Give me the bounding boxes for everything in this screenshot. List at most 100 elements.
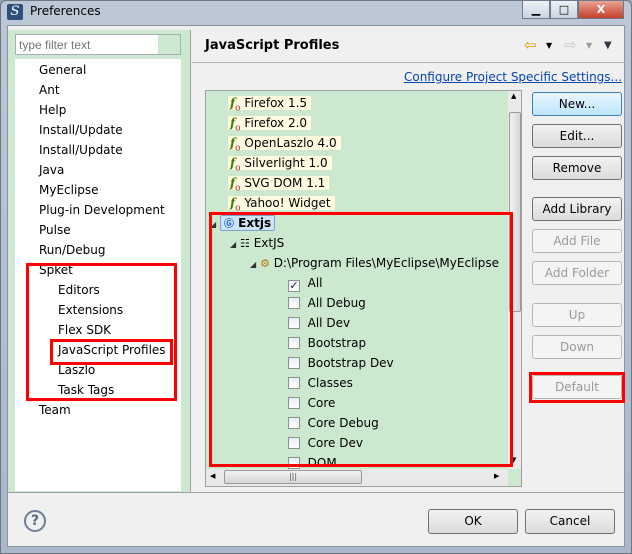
nav-item[interactable]: Run/Debug (39, 240, 106, 260)
nav-item[interactable]: Flex SDK (58, 320, 111, 340)
nav-item[interactable]: MyEclipse (39, 180, 99, 200)
nav-item[interactable]: Plug-in Development (39, 200, 165, 220)
nav-item[interactable]: Pulse (39, 220, 71, 240)
tree-row[interactable]: All Debug (288, 293, 366, 313)
file-checkbox[interactable] (288, 437, 300, 449)
add-folder-button[interactable]: Add Folder (532, 261, 622, 285)
tree-row[interactable]: All Dev (288, 313, 350, 333)
new-button[interactable]: New... (532, 92, 622, 116)
profile-icon: fo (230, 176, 241, 194)
forward-arrow-icon: ⇨ (564, 36, 577, 54)
collapse-arrow-icon[interactable]: ◢ (210, 220, 216, 229)
collapse-arrow-icon[interactable]: ◢ (230, 240, 236, 249)
tree-row[interactable]: Bootstrap (288, 333, 366, 353)
collapse-arrow-icon[interactable]: ◢ (250, 260, 256, 269)
add-library-button[interactable]: Add Library (532, 197, 622, 221)
tree-row[interactable]: ◢ ⚙ D:\Program Files\MyEclipse\MyEclipse (250, 253, 499, 273)
remove-button[interactable]: Remove (532, 156, 622, 180)
help-icon[interactable]: ? (24, 510, 46, 532)
cancel-button[interactable]: Cancel (525, 509, 615, 534)
footer-divider (8, 492, 625, 493)
profile-icon: fo (230, 136, 241, 154)
close-button[interactable]: X (578, 0, 624, 19)
maximize-button[interactable]: □ (550, 0, 578, 19)
file-checkbox[interactable] (288, 457, 300, 469)
nav-item[interactable]: Help (39, 100, 66, 120)
scroll-right-icon[interactable]: ▶ (494, 472, 499, 480)
tree-row[interactable]: ◢ Ⓖ Extjs (210, 213, 276, 233)
configure-project-link[interactable]: Configure Project Specific Settings... (404, 70, 622, 84)
nav-item[interactable]: Editors (58, 280, 100, 300)
horizontal-scroll-thumb[interactable]: ||| (224, 470, 362, 484)
nav-item[interactable]: Task Tags (58, 380, 114, 400)
tree-row[interactable]: Bootstrap Dev (288, 353, 394, 373)
scroll-left-icon[interactable]: ◀ (210, 472, 215, 480)
tree-row[interactable]: fo Yahoo! Widget (228, 193, 335, 213)
tree-row[interactable]: fo Silverlight 1.0 (228, 153, 332, 173)
profile-icon: fo (230, 156, 241, 174)
nav-item[interactable]: Laszlo (58, 360, 95, 380)
scroll-down-icon[interactable]: ▼ (511, 456, 516, 464)
default-button[interactable]: Default (532, 375, 622, 399)
profile-icon: fo (230, 96, 241, 114)
file-checkbox[interactable] (288, 337, 300, 349)
nav-item[interactable]: Extensions (58, 300, 123, 320)
filter-input[interactable] (15, 34, 181, 55)
profile-label: Firefox 2.0 (244, 116, 308, 130)
file-checkbox[interactable]: ✓ (288, 280, 300, 292)
scroll-up-icon[interactable]: ▲ (511, 92, 516, 100)
tree-row[interactable]: Classes (288, 373, 353, 393)
page-title: JavaScript Profiles (205, 38, 340, 53)
file-checkbox[interactable] (288, 397, 300, 409)
file-label: Classes (307, 376, 353, 390)
add-file-button[interactable]: Add File (532, 229, 622, 253)
tree-row[interactable]: ✓ All (288, 273, 323, 293)
tree-row[interactable]: Core Dev (288, 433, 363, 453)
ok-button[interactable]: OK (428, 509, 518, 534)
back-dropdown-icon[interactable]: ▼ (546, 41, 552, 50)
tree-row[interactable]: Core (288, 393, 335, 413)
nav-item[interactable]: Ant (39, 80, 60, 100)
tree-row[interactable]: ◢ ☷ ExtJS (230, 233, 284, 253)
nav-item[interactable]: JavaScript Profiles (58, 340, 166, 360)
back-arrow-icon[interactable]: ⇦ (524, 36, 537, 54)
tree-row[interactable]: fo Firefox 2.0 (228, 113, 312, 134)
nav-item[interactable]: Spket (39, 260, 73, 280)
tree-row[interactable]: fo OpenLaszlo 4.0 (228, 133, 341, 153)
window-title: Preferences (30, 4, 101, 18)
file-label: All (307, 276, 323, 290)
file-checkbox[interactable] (288, 357, 300, 369)
minimize-button[interactable]: ▁ (522, 0, 550, 19)
tree-row[interactable]: Core Debug (288, 413, 379, 433)
edit-button[interactable]: Edit... (532, 124, 622, 148)
nav-item[interactable]: Java (39, 160, 64, 180)
file-checkbox[interactable] (288, 417, 300, 429)
vertical-scroll-thumb[interactable] (509, 112, 521, 312)
file-label: Core Debug (307, 416, 379, 430)
tree-row[interactable]: fo Firefox 1.5 (228, 93, 312, 114)
file-label: Bootstrap Dev (307, 356, 394, 370)
file-label: Bootstrap (307, 336, 367, 350)
profile-label: Yahoo! Widget (244, 196, 331, 210)
path-label: D:\Program Files\MyEclipse\MyEclipse (273, 256, 499, 270)
file-checkbox[interactable] (288, 377, 300, 389)
up-button[interactable]: Up (532, 303, 622, 327)
tree-row[interactable]: fo SVG DOM 1.1 (228, 173, 330, 194)
down-button[interactable]: Down (532, 335, 622, 359)
file-checkbox[interactable] (288, 297, 300, 309)
profile-icon: fo (230, 116, 241, 134)
forward-dropdown-icon: ▼ (586, 41, 593, 50)
profile-label: OpenLaszlo 4.0 (244, 136, 337, 150)
nav-item[interactable]: Team (39, 400, 71, 420)
nav-item[interactable]: Install/Update (39, 140, 123, 160)
file-label: DOM (307, 456, 337, 470)
profile-label: SVG DOM 1.1 (244, 176, 326, 190)
library-icon: ☷ (239, 237, 250, 250)
file-checkbox[interactable] (288, 317, 300, 329)
profiles-tree[interactable]: fo Firefox 1.5 fo Firefox 2.0 fo OpenLaszl… (205, 90, 522, 487)
view-menu-icon[interactable]: ▼ (604, 40, 612, 51)
filter-clear-button[interactable] (158, 35, 180, 54)
nav-item[interactable]: Install/Update (39, 120, 123, 140)
nav-item[interactable]: General (39, 60, 86, 80)
extjs-profile-icon: Ⓖ (223, 219, 234, 230)
